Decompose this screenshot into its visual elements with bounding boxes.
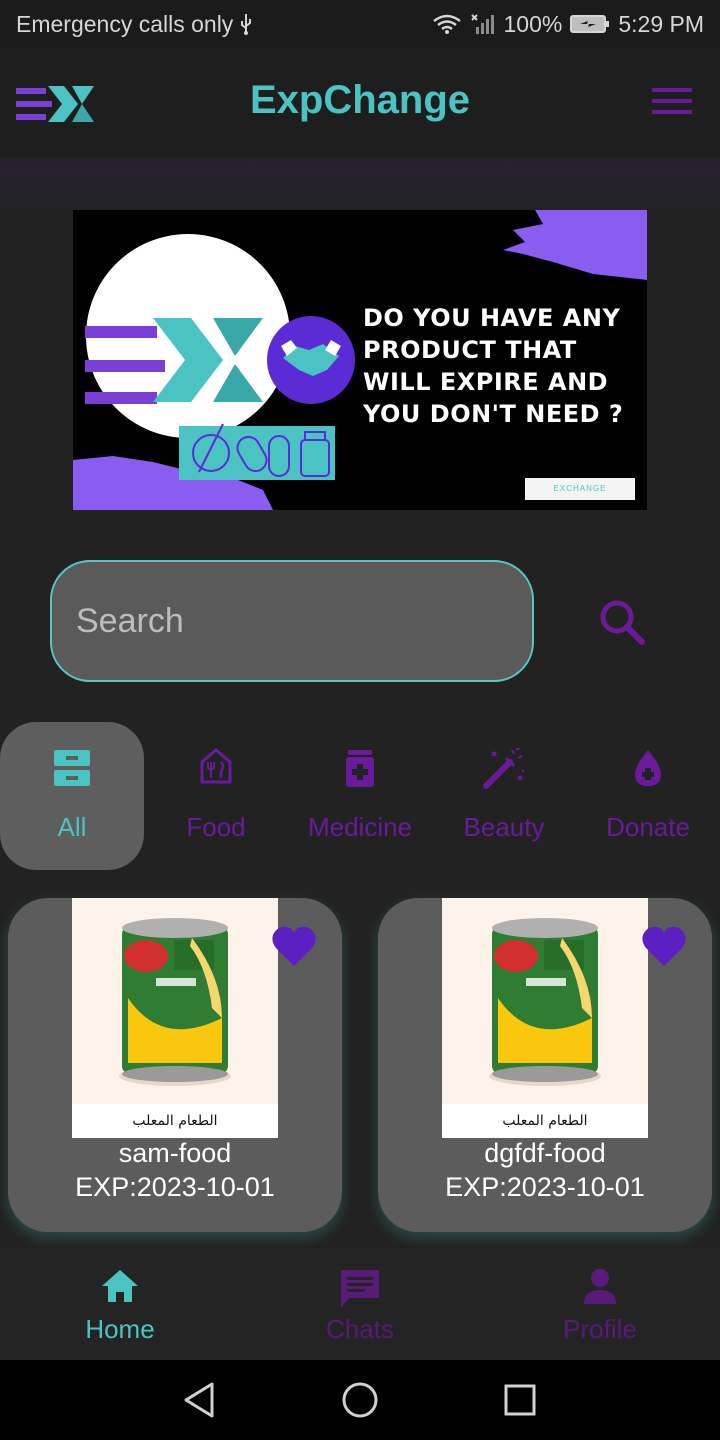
inbox-icon <box>54 750 90 786</box>
hamburger-menu-icon[interactable] <box>652 88 692 120</box>
carrier-text: Emergency calls only <box>16 10 234 37</box>
battery-percent: 100% <box>503 10 563 37</box>
signal-icon <box>470 14 494 34</box>
corn-can-image <box>119 918 231 1086</box>
tab-food-label: Food <box>186 812 246 842</box>
clock: 5:29 PM <box>618 10 704 37</box>
nav-home[interactable]: Home <box>0 1248 240 1360</box>
search-input[interactable]: Search <box>50 560 534 682</box>
tab-donate-label: Donate <box>606 812 690 842</box>
heart-icon[interactable] <box>640 924 688 968</box>
person-icon <box>584 1269 616 1304</box>
app-title: ExpChange <box>249 78 471 122</box>
search-icon[interactable] <box>594 594 650 650</box>
home-icon <box>102 1270 138 1302</box>
recents-icon[interactable] <box>500 1380 540 1420</box>
home-circle-icon[interactable] <box>340 1380 380 1420</box>
banner-headline: DO YOU HAVE ANY PRODUCT THAT WILL EXPIRE… <box>363 304 624 428</box>
tab-medicine-label: Medicine <box>307 812 413 842</box>
nav-profile-label: Profile <box>563 1314 637 1344</box>
heart-icon[interactable] <box>270 924 318 968</box>
corn-can-image <box>489 918 601 1086</box>
nav-profile[interactable]: Profile <box>480 1248 720 1360</box>
product-expiry: EXP:2023-10-01 <box>445 1172 645 1202</box>
category-tabs: All Food Medicine Beauty Donate <box>0 722 720 870</box>
wifi-icon <box>432 14 461 34</box>
tab-all[interactable]: All <box>0 722 144 870</box>
product-name: dgfdf-food <box>484 1138 606 1168</box>
tab-medicine[interactable]: Medicine <box>288 722 432 870</box>
app-bar-shadow <box>0 158 720 210</box>
product-image: الطعام المعلب <box>72 898 278 1138</box>
product-image: الطعام المعلب <box>442 898 648 1138</box>
product-name: sam-food <box>118 1138 232 1168</box>
tab-donate[interactable]: Donate <box>576 722 720 870</box>
product-expiry: EXP:2023-10-01 <box>75 1172 275 1202</box>
product-card[interactable]: الطعام المعلب sam-food EXP:2023-10-01 <box>8 898 342 1232</box>
nav-chats-label: Chats <box>326 1314 394 1344</box>
nav-home-label: Home <box>85 1314 155 1344</box>
chat-icon <box>341 1270 379 1308</box>
product-card[interactable]: الطعام المعلب dgfdf-food EXP:2023-10-01 <box>378 898 712 1232</box>
status-bar: Emergency calls only 100% 5:29 PM <box>0 0 720 48</box>
tab-beauty[interactable]: Beauty <box>432 722 576 870</box>
back-icon[interactable] <box>180 1380 220 1420</box>
nav-chats[interactable]: Chats <box>240 1248 480 1360</box>
product-image-caption: الطعام المعلب <box>442 1104 648 1138</box>
product-image-caption: الطعام المعلب <box>72 1104 278 1138</box>
tab-food[interactable]: Food <box>144 722 288 870</box>
promo-banner[interactable]: DO YOU HAVE ANY PRODUCT THAT WILL EXPIRE… <box>73 210 647 510</box>
blood-drop-icon <box>635 750 661 786</box>
battery-charging-icon <box>570 15 610 33</box>
tab-beauty-label: Beauty <box>463 812 545 842</box>
bottom-nav: Home Chats Profile <box>0 1248 720 1360</box>
system-nav-bar <box>0 1360 720 1440</box>
banner-tag: EXCHANGE <box>525 478 635 500</box>
medication-icon <box>346 750 374 787</box>
restaurant-icon <box>200 748 232 784</box>
magic-wand-icon <box>483 748 525 789</box>
usb-icon <box>241 14 252 35</box>
tab-all-label: All <box>57 812 87 842</box>
app-bar: ExpChange <box>0 48 720 158</box>
